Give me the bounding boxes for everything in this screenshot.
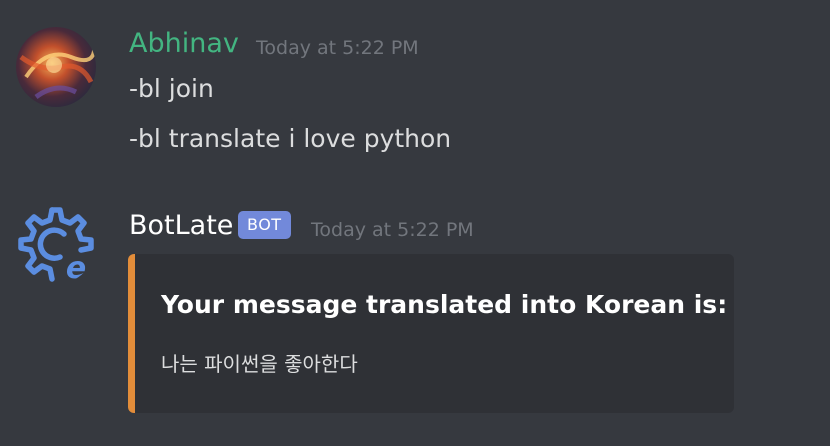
author-name[interactable]: Abhinav bbox=[129, 28, 239, 59]
embed-accent-bar bbox=[128, 254, 135, 413]
svg-text:e: e bbox=[66, 251, 86, 284]
user-avatar[interactable] bbox=[16, 27, 96, 107]
message-timestamp: Today at 5:22 PM bbox=[256, 37, 419, 59]
message-timestamp: Today at 5:22 PM bbox=[311, 219, 474, 241]
author-name[interactable]: BotLate bbox=[129, 210, 233, 241]
gear-icon: e bbox=[18, 207, 94, 284]
message-content: -bl translate i love python bbox=[129, 124, 452, 153]
message-embed: Your message translated into Korean is: … bbox=[128, 254, 734, 413]
embed-description: 나는 파이썬을 좋아한다 bbox=[161, 352, 358, 376]
avatar-image bbox=[16, 27, 96, 107]
embed-title: Your message translated into Korean is: bbox=[161, 290, 728, 319]
bot-avatar[interactable]: e bbox=[16, 204, 96, 284]
bot-badge: BOT bbox=[238, 211, 291, 239]
message-content: -bl join bbox=[129, 74, 214, 103]
